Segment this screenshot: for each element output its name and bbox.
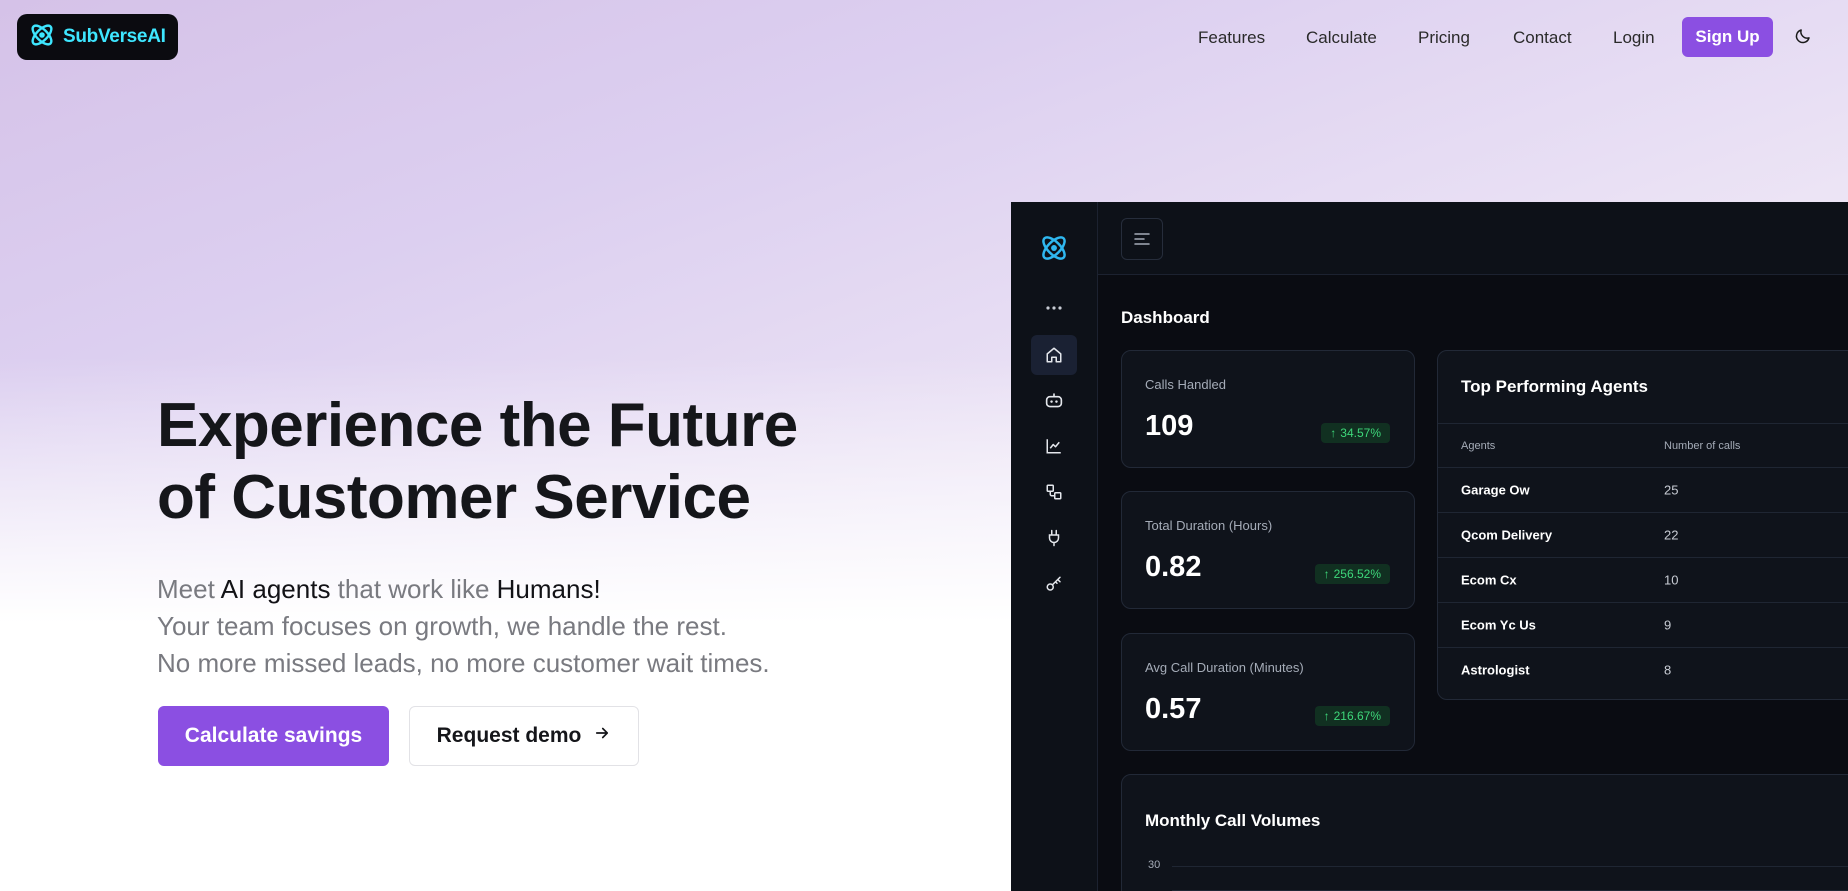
top-agents-title: Top Performing Agents [1461, 377, 1648, 396]
hero-sub-line3: No more missed leads, no more customer w… [157, 648, 770, 678]
agent-calls: 22 [1664, 527, 1679, 543]
signup-button[interactable]: Sign Up [1682, 17, 1773, 57]
nav-contact[interactable]: Contact [1513, 24, 1572, 52]
nav-pricing[interactable]: Pricing [1418, 24, 1470, 52]
top-agents-table: Agents Number of calls Garage Ow 25 Qcom… [1438, 423, 1848, 692]
table-row[interactable]: Ecom Yc Us 9 [1438, 602, 1848, 647]
kpi-change-value: 34.57% [1340, 426, 1381, 440]
kpi-change-value: 256.52% [1333, 567, 1381, 581]
table-row[interactable]: Garage Ow 25 [1438, 467, 1848, 512]
menu-toggle-icon[interactable] [1121, 218, 1163, 260]
nav-features[interactable]: Features [1198, 24, 1265, 52]
kpi-label: Total Duration (Hours) [1145, 518, 1273, 533]
top-agents-card: Top Performing Agents Agents Number of c… [1437, 350, 1848, 700]
dashboard-logo-icon[interactable] [1031, 228, 1077, 268]
table-row[interactable]: Qcom Delivery 22 [1438, 512, 1848, 557]
kpi-total-duration: Total Duration (Hours) 0.82 ↑ 256.52% [1121, 491, 1415, 609]
home-icon[interactable] [1031, 335, 1077, 375]
hero-subtitle: Meet AI agents that work like Humans! Yo… [157, 571, 877, 682]
agent-name: Qcom Delivery [1461, 527, 1553, 543]
dashboard-topbar [1098, 202, 1848, 275]
grid-line [1172, 866, 1848, 867]
hero-title-line1: Experience the Future [157, 391, 798, 460]
dashboard-title: Dashboard [1121, 308, 1210, 327]
kpi-calls-handled: Calls Handled 109 ↑ 34.57% [1121, 350, 1415, 468]
agent-calls: 25 [1664, 482, 1679, 498]
agent-name: Ecom Yc Us [1461, 617, 1536, 633]
plug-icon[interactable] [1031, 518, 1077, 558]
arrow-right-icon [593, 724, 611, 748]
agent-name: Garage Ow [1461, 482, 1530, 498]
kpi-value: 109 [1145, 410, 1194, 442]
dashboard-preview: Dashboard Calls Handled 109 ↑ 34.57% Tota… [1011, 202, 1848, 891]
agent-calls: 8 [1664, 662, 1672, 678]
kpi-label: Calls Handled [1145, 377, 1226, 392]
hero-sub-work-like: that work like [330, 574, 497, 604]
table-row[interactable]: Astrologist 8 [1438, 647, 1848, 692]
hero-sub-line1: Meet AI agents that work like Humans! [157, 571, 877, 608]
kpi-avg-call-duration: Avg Call Duration (Minutes) 0.57 ↑ 216.67… [1121, 633, 1415, 751]
request-demo-button[interactable]: Request demo [409, 706, 639, 766]
top-nav: Features Calculate Pricing Contact Login [0, 24, 1848, 52]
y-axis-tick: 30 [1148, 859, 1161, 871]
agent-name: Ecom Cx [1461, 572, 1517, 588]
kpi-value: 0.57 [1145, 693, 1202, 725]
workflow-icon[interactable] [1031, 472, 1077, 512]
hero-sub-ai-agents: AI agents [220, 574, 331, 604]
kpi-change-badge: ↑ 34.57% [1321, 423, 1390, 443]
request-demo-label: Request demo [436, 724, 582, 747]
more-dots-icon[interactable] [1031, 288, 1077, 328]
agent-name: Astrologist [1461, 662, 1530, 678]
kpi-label: Avg Call Duration (Minutes) [1145, 660, 1304, 675]
bot-icon[interactable] [1031, 380, 1077, 420]
table-header: Agents Number of calls [1438, 423, 1848, 467]
arrow-up-icon: ↑ [1330, 426, 1337, 440]
key-icon[interactable] [1031, 564, 1077, 604]
moon-icon[interactable] [1792, 25, 1814, 47]
hero-title: Experience the Future of Customer Servic… [157, 390, 877, 534]
column-header-agents: Agents [1461, 439, 1496, 452]
hero-sub-line2: Your team focuses on growth, we handle t… [157, 611, 727, 641]
arrow-up-icon: ↑ [1323, 709, 1330, 723]
calculate-savings-button[interactable]: Calculate savings [158, 706, 389, 766]
column-header-calls: Number of calls [1664, 439, 1741, 452]
nav-login[interactable]: Login [1613, 24, 1655, 52]
hero-title-line2: of Customer Service [157, 463, 751, 532]
analytics-chart-icon[interactable] [1031, 426, 1077, 466]
dashboard-sidebar [1011, 202, 1098, 891]
hero-sub-humans: Humans! [496, 574, 601, 604]
monthly-call-volumes-card: Monthly Call Volumes 30 [1121, 774, 1848, 891]
arrow-up-icon: ↑ [1323, 567, 1330, 581]
nav-calculate[interactable]: Calculate [1306, 24, 1377, 52]
kpi-change-value: 216.67% [1333, 709, 1381, 723]
hero-sub-meet: Meet [157, 574, 221, 604]
kpi-value: 0.82 [1145, 551, 1202, 583]
kpi-change-badge: ↑ 256.52% [1314, 564, 1390, 584]
kpi-change-badge: ↑ 216.67% [1314, 706, 1390, 726]
agent-calls: 10 [1664, 572, 1679, 588]
monthly-call-volumes-title: Monthly Call Volumes [1145, 811, 1321, 830]
agent-calls: 9 [1664, 617, 1672, 633]
table-row[interactable]: Ecom Cx 10 [1438, 557, 1848, 602]
